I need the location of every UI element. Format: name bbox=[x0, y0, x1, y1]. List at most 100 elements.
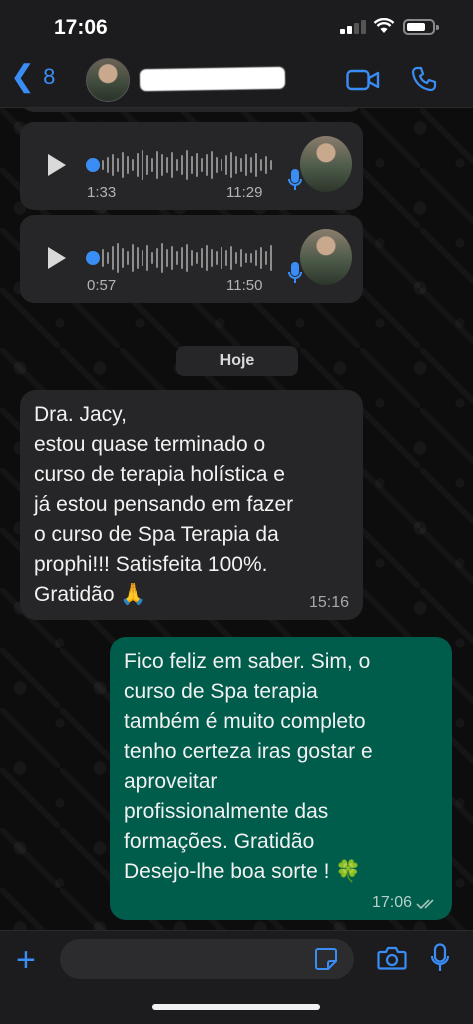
voice-message: 1:33 11:29 bbox=[20, 122, 363, 210]
waveform-bar bbox=[121, 152, 124, 178]
microphone-icon bbox=[288, 169, 302, 190]
message-input[interactable] bbox=[60, 939, 354, 979]
waveform-bar bbox=[200, 248, 203, 268]
waveform-bar bbox=[116, 158, 119, 172]
sender-avatar bbox=[300, 136, 352, 192]
battery-icon bbox=[403, 19, 439, 35]
sticker-icon[interactable] bbox=[314, 947, 338, 971]
waveform-bar bbox=[131, 244, 134, 272]
status-time: 17:06 bbox=[54, 16, 108, 39]
waveform-bar bbox=[205, 154, 208, 176]
status-bar: 17:06 bbox=[0, 0, 473, 52]
read-receipt-icon bbox=[416, 899, 434, 910]
waveform[interactable] bbox=[102, 148, 272, 182]
voice-duration: 1:33 bbox=[87, 184, 117, 201]
contact-name-redacted[interactable] bbox=[139, 66, 286, 92]
waveform-bar bbox=[131, 159, 134, 171]
camera-icon[interactable] bbox=[377, 945, 407, 971]
waveform-bar bbox=[250, 157, 253, 173]
waveform-bar bbox=[156, 151, 159, 179]
waveform-bar bbox=[146, 245, 149, 271]
phone-icon[interactable] bbox=[410, 65, 438, 93]
waveform-bar bbox=[210, 151, 213, 179]
chevron-left-icon: ❮ bbox=[10, 60, 36, 93]
waveform-bar bbox=[264, 156, 267, 174]
waveform-bar bbox=[106, 252, 109, 264]
waveform-bar bbox=[200, 158, 203, 172]
playback-scrubber[interactable] bbox=[86, 251, 100, 265]
waveform-bar bbox=[245, 253, 248, 263]
message-time: 17:06 bbox=[371, 894, 412, 911]
waveform-bar bbox=[156, 248, 159, 268]
waveform-bar bbox=[176, 251, 178, 265]
message-text: Fico feliz em saber. Sim, o curso de Spa… bbox=[124, 650, 373, 883]
waveform-bar bbox=[245, 154, 248, 176]
waveform-bar bbox=[190, 250, 193, 266]
back-button[interactable]: ❮ 8 bbox=[10, 62, 55, 92]
chat-header: ❮ 8 bbox=[0, 52, 473, 108]
waveform-bar bbox=[136, 153, 139, 177]
waveform-bar bbox=[126, 156, 129, 174]
waveform-bar bbox=[240, 158, 243, 172]
waveform-bar bbox=[181, 155, 183, 175]
waveform-bar bbox=[181, 247, 183, 269]
waveform-bar bbox=[141, 250, 144, 266]
home-indicator bbox=[152, 1004, 320, 1010]
waveform-bar bbox=[161, 154, 164, 176]
waveform-bar bbox=[230, 246, 233, 270]
waveform-bar bbox=[102, 249, 104, 267]
waveform-bar bbox=[235, 156, 238, 174]
waveform-bar bbox=[195, 153, 198, 177]
waveform-bar bbox=[185, 150, 188, 180]
voice-message: 0:57 11:50 bbox=[20, 215, 363, 303]
play-icon[interactable] bbox=[48, 154, 66, 176]
incoming-message-bubble[interactable]: Dra. Jacy, estou quase terminado o curso… bbox=[20, 390, 363, 620]
waveform-bar bbox=[210, 249, 213, 267]
waveform-bar bbox=[111, 154, 114, 176]
playback-scrubber[interactable] bbox=[86, 158, 100, 172]
waveform-bar bbox=[111, 246, 114, 270]
waveform-bar bbox=[106, 157, 109, 173]
outgoing-message-bubble[interactable]: Fico feliz em saber. Sim, o curso de Spa… bbox=[110, 637, 452, 920]
waveform-bar bbox=[185, 244, 188, 272]
waveform-bar bbox=[269, 160, 272, 170]
waveform-bar bbox=[151, 158, 154, 172]
cellular-signal-icon bbox=[340, 20, 366, 34]
microphone-icon bbox=[288, 262, 302, 283]
attach-plus-icon[interactable]: + bbox=[16, 943, 36, 977]
waveform-bar bbox=[215, 251, 218, 265]
waveform-bar bbox=[255, 250, 257, 266]
video-call-icon[interactable] bbox=[346, 68, 380, 92]
waveform-bar bbox=[171, 152, 174, 178]
message-text: Dra. Jacy, estou quase terminado o curso… bbox=[34, 403, 294, 606]
waveform-bar bbox=[215, 157, 218, 173]
unread-count: 8 bbox=[43, 64, 56, 89]
play-icon[interactable] bbox=[48, 247, 66, 269]
waveform-bar bbox=[121, 248, 124, 268]
waveform-bar bbox=[230, 152, 233, 178]
message-time: 15:16 bbox=[308, 594, 349, 611]
waveform-bar bbox=[255, 153, 257, 177]
waveform-bar bbox=[176, 159, 178, 171]
sender-avatar bbox=[300, 229, 352, 285]
waveform-bar bbox=[151, 252, 154, 264]
waveform-bar bbox=[220, 159, 223, 171]
waveform-bar bbox=[225, 250, 228, 266]
waveform-bar bbox=[264, 251, 267, 265]
waveform[interactable] bbox=[102, 241, 272, 275]
voice-record-icon[interactable] bbox=[430, 943, 450, 973]
waveform-bar bbox=[225, 155, 228, 175]
waveform-bar bbox=[166, 249, 169, 267]
waveform-bar bbox=[260, 247, 262, 269]
waveform-bar bbox=[166, 157, 169, 173]
waveform-bar bbox=[195, 252, 198, 264]
waveform-bar bbox=[250, 253, 253, 263]
waveform-bar bbox=[141, 150, 144, 180]
contact-avatar[interactable] bbox=[86, 58, 130, 102]
waveform-bar bbox=[102, 160, 104, 170]
voice-time: 11:29 bbox=[226, 184, 263, 201]
waveform-bar bbox=[161, 243, 164, 273]
previous-message-edge bbox=[20, 108, 363, 112]
waveform-bar bbox=[146, 155, 149, 175]
date-divider: Hoje bbox=[176, 346, 298, 376]
